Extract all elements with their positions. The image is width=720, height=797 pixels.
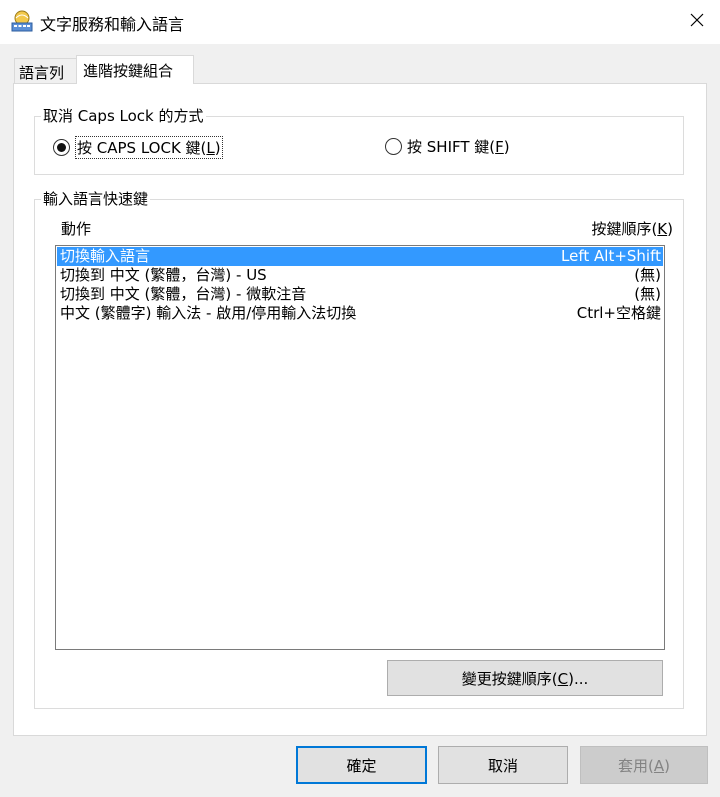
column-header-key-sequence: 按鍵順序(K) [591,220,673,238]
list-item[interactable]: 切換輸入語言 Left Alt+Shift [57,247,663,266]
title-bar: 文字服務和輸入語言 [0,0,720,44]
group-caption: 取消 Caps Lock 的方式 [41,106,206,126]
list-item[interactable]: 切換到 中文 (繁體，台灣) - 微軟注音 (無) [57,285,663,304]
apply-button[interactable]: 套用(A) [580,746,708,784]
row-keys: (無) [634,266,661,284]
list-item[interactable]: 中文 (繁體字) 輸入法 - 啟用/停用輸入法切換 Ctrl+空格鍵 [57,304,663,323]
cancel-button[interactable]: 取消 [438,746,568,784]
group-caption: 輸入語言快速鍵 [41,189,151,209]
button-label: 套用(A) [618,756,670,775]
button-label: 確定 [346,756,377,775]
radio-selected-icon [53,139,70,156]
radio-label: 按 SHIFT 鍵(F) [407,138,510,156]
keyboard-globe-icon [10,10,34,32]
row-keys: Ctrl+空格鍵 [576,304,661,322]
row-keys: (無) [634,285,661,303]
hotkey-list[interactable]: 切換輸入語言 Left Alt+Shift 切換到 中文 (繁體，台灣) - U… [55,245,665,650]
ok-button[interactable]: 確定 [296,746,427,784]
caps-lock-radio[interactable]: 按 CAPS LOCK 鍵(L) [53,136,223,159]
change-key-sequence-button[interactable]: 變更按鍵順序(C)... [387,660,663,696]
caps-lock-group: 取消 Caps Lock 的方式 按 CAPS LOCK 鍵(L) 按 SHIF… [34,106,684,175]
row-action: 切換到 中文 (繁體，台灣) - 微軟注音 [60,285,307,303]
hotkeys-group: 輸入語言快速鍵 動作 按鍵順序(K) 切換輸入語言 Left Alt+Shift… [34,189,684,709]
radio-label: 按 CAPS LOCK 鍵(L) [75,136,223,159]
radio-unselected-icon [385,138,402,155]
tab-label: 語言列 [19,64,65,82]
list-item[interactable]: 切換到 中文 (繁體，台灣) - US (無) [57,266,663,285]
tab-label: 進階按鍵組合 [83,62,174,80]
close-icon [690,13,704,31]
row-action: 中文 (繁體字) 輸入法 - 啟用/停用輸入法切換 [60,304,357,322]
close-button[interactable] [674,0,720,44]
tab-advanced-key-settings[interactable]: 進階按鍵組合 [76,55,194,84]
tab-panel: 取消 Caps Lock 的方式 按 CAPS LOCK 鍵(L) 按 SHIF… [13,83,707,736]
button-label: 變更按鍵順序(C)... [461,669,589,688]
shift-radio[interactable]: 按 SHIFT 鍵(F) [385,136,510,157]
column-header-action: 動作 [61,220,92,238]
tab-language-bar[interactable]: 語言列 [14,58,77,84]
button-label: 取消 [487,756,518,775]
window-title: 文字服務和輸入語言 [40,15,185,34]
row-action: 切換輸入語言 [60,247,151,265]
row-keys: Left Alt+Shift [561,247,661,265]
row-action: 切換到 中文 (繁體，台灣) - US [60,266,267,284]
